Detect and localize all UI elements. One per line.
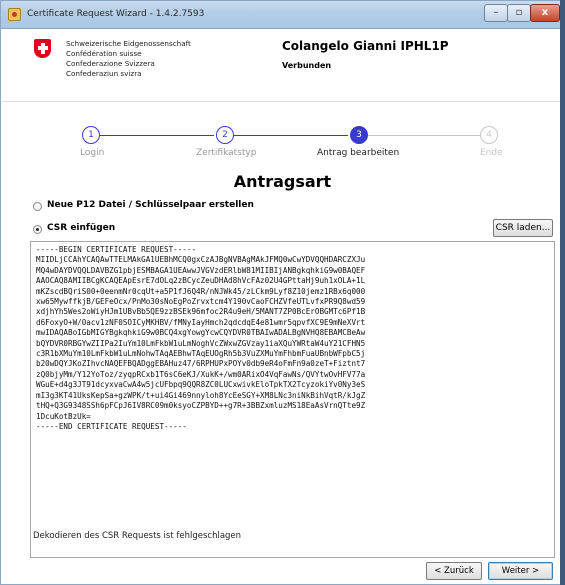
step-connector: [368, 135, 480, 136]
confederation-line: Schweizerische Eidgenossenschaft: [66, 39, 191, 48]
step-3-label: Antrag bearbeiten: [317, 148, 400, 158]
step-1-label: Login: [80, 148, 105, 158]
csr-textarea[interactable]: -----BEGIN CERTIFICATE REQUEST----- MIID…: [30, 241, 555, 558]
step-1-indicator: 1: [82, 126, 100, 144]
confederation-names: Schweizerische Eidgenossenschaft Confédé…: [66, 39, 191, 79]
csr-load-button[interactable]: CSR laden...: [493, 219, 553, 237]
minimize-button[interactable]: –: [484, 4, 508, 22]
step-4-indicator: 4: [480, 126, 498, 144]
user-name: Colangelo Gianni IPHL1P: [282, 39, 449, 53]
new-p12-label[interactable]: Neue P12 Datei / Schlüsselpaar erstellen: [47, 200, 254, 210]
title-bar[interactable]: Certificate Request Wizard - 1.4.2.7593 …: [1, 1, 564, 29]
app-icon: [8, 8, 21, 21]
step-2-indicator: 2: [216, 126, 234, 144]
window-title: Certificate Request Wizard - 1.4.2.7593: [27, 9, 205, 19]
header: Schweizerische Eidgenossenschaft Confédé…: [2, 30, 564, 102]
desktop-background-right: [560, 0, 565, 585]
maximize-button[interactable]: ▫: [507, 4, 531, 22]
confederation-line: Confederazione Svizzera: [66, 59, 155, 68]
swiss-coat-of-arms-icon: [34, 39, 51, 58]
step-connector: [234, 135, 348, 136]
connection-status: Verbunden: [282, 61, 332, 70]
confederation-line: Confédération suisse: [66, 49, 142, 58]
insert-csr-label[interactable]: CSR einfügen: [47, 223, 115, 233]
wizard-stepper: 1 Login 2 Zertifikatstyp 3 Antrag bearbe…: [2, 103, 564, 165]
close-button[interactable]: x: [530, 4, 560, 22]
error-message: Dekodieren des CSR Requests ist fehlgesc…: [33, 531, 242, 541]
step-2-label: Zertifikatstyp: [196, 148, 257, 158]
step-connector: [100, 135, 214, 136]
new-p12-radio[interactable]: [33, 202, 42, 211]
csr-text: -----BEGIN CERTIFICATE REQUEST----- MIID…: [36, 245, 366, 431]
wizard-window: Certificate Request Wizard - 1.4.2.7593 …: [0, 0, 565, 585]
back-button[interactable]: < Zurück: [426, 562, 482, 580]
insert-csr-radio[interactable]: [33, 225, 42, 234]
confederation-line: Confederaziun svizra: [66, 69, 142, 78]
step-3-indicator: 3: [350, 126, 368, 144]
step-4-label: Ende: [480, 148, 503, 158]
section-title: Antragsart: [233, 172, 332, 191]
next-button[interactable]: Weiter >: [488, 562, 553, 580]
